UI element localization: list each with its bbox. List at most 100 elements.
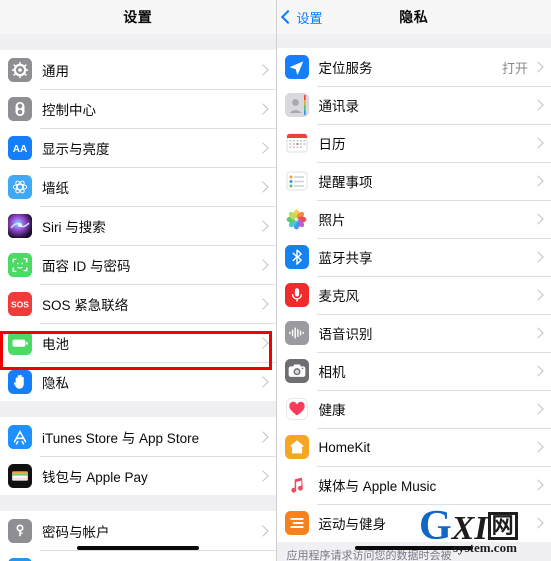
passwords-key-icon: [8, 518, 32, 543]
privacy-footer: 应用程序请求访问您的数据时会被 以上类别。: [276, 542, 551, 561]
privacy-item-health[interactable]: 健康: [276, 390, 551, 428]
chevron-right-icon: [532, 403, 544, 415]
health-icon: [284, 397, 309, 421]
privacy-item-photos[interactable]: 照片: [276, 200, 551, 238]
home-indicator: [76, 546, 199, 550]
right-navbar: 设置 隐私: [276, 0, 551, 34]
privacy-item-media-apple-music[interactable]: 媒体与 Apple Music: [276, 466, 551, 504]
privacy-item-label: 语音识别: [318, 327, 373, 342]
sidebar-item-label: 密码与帐户: [42, 524, 110, 540]
reminders-icon: [284, 169, 309, 193]
privacy-item-bluetooth[interactable]: 蓝牙共享: [276, 238, 551, 276]
calendar-icon: [284, 131, 309, 155]
back-button[interactable]: 设置: [280, 0, 323, 34]
chevron-right-icon: [532, 441, 544, 453]
chevron-right-icon: [256, 63, 269, 76]
sidebar-item-passwords-accounts[interactable]: 密码与帐户: [0, 511, 276, 550]
chevron-right-icon: [256, 258, 269, 271]
privacy-item-homekit[interactable]: HomeKit: [276, 428, 551, 466]
apple-music-icon: [284, 473, 309, 497]
back-button-label: 设置: [296, 10, 323, 26]
page-title: 隐私: [399, 9, 429, 25]
app-store-icon: [8, 424, 32, 449]
gear-icon: [8, 57, 32, 82]
sidebar-item-wallpaper[interactable]: 墙纸: [0, 167, 276, 206]
privacy-panel: 设置 隐私 定位服务 打开 通讯录 日历 提醒事项 照片 蓝牙共享 麦克风 语音…: [275, 0, 551, 561]
privacy-item-label: 运动与健身: [318, 517, 387, 532]
chevron-right-icon: [256, 336, 269, 349]
privacy-item-label: 通讯录: [318, 99, 360, 114]
sidebar-item-label: 控制中心: [42, 102, 96, 118]
group-gap: [0, 34, 276, 50]
microphone-icon: [284, 283, 309, 307]
chevron-right-icon: [256, 430, 269, 443]
sidebar-item-siri-search[interactable]: Siri 与搜索: [0, 206, 276, 245]
chevron-right-icon: [256, 141, 269, 154]
camera-icon: [284, 359, 309, 383]
chevron-right-icon: [256, 524, 269, 537]
privacy-item-label: 健康: [318, 403, 346, 418]
bluetooth-icon: [284, 245, 309, 269]
privacy-item-microphone[interactable]: 麦克风: [276, 276, 551, 314]
svg-text:SOS: SOS: [11, 299, 29, 309]
speech-recognition-icon: [284, 321, 309, 345]
sidebar-item-mail[interactable]: 邮件: [0, 550, 276, 561]
privacy-list: 定位服务 打开 通讯录 日历 提醒事项 照片 蓝牙共享 麦克风 语音识别 相机 …: [276, 48, 551, 542]
privacy-item-label: 照片: [318, 213, 346, 228]
sidebar-item-battery[interactable]: 电池: [0, 323, 276, 362]
mail-icon: [8, 557, 32, 561]
privacy-item-motion-fitness[interactable]: 运动与健身: [276, 504, 551, 542]
chevron-right-icon: [532, 365, 544, 377]
privacy-item-label: 媒体与 Apple Music: [318, 479, 437, 494]
sidebar-item-label: iTunes Store 与 App Store: [42, 430, 200, 446]
sidebar-item-sos[interactable]: SOS SOS 紧急联络: [0, 284, 276, 323]
privacy-item-contacts[interactable]: 通讯录: [276, 86, 551, 124]
home-indicator: [354, 546, 473, 550]
chevron-right-icon: [532, 327, 544, 339]
chevron-right-icon: [532, 175, 544, 187]
sidebar-item-label: 电池: [42, 336, 69, 352]
sidebar-item-label: 隐私: [42, 375, 69, 391]
photos-icon: [284, 207, 309, 231]
sidebar-item-privacy[interactable]: 隐私: [0, 362, 276, 401]
settings-group-3: 密码与帐户 邮件: [0, 511, 276, 561]
svg-text:AA: AA: [13, 144, 28, 155]
privacy-item-location-services[interactable]: 定位服务 打开: [276, 48, 551, 86]
sidebar-item-general[interactable]: 通用: [0, 50, 276, 89]
chevron-right-icon: [256, 469, 269, 482]
privacy-hand-icon: [8, 369, 32, 394]
privacy-item-reminders[interactable]: 提醒事项: [276, 162, 551, 200]
chevron-right-icon: [532, 61, 544, 73]
privacy-item-camera[interactable]: 相机: [276, 352, 551, 390]
sidebar-item-control-center[interactable]: 控制中心: [0, 89, 276, 128]
chevron-right-icon: [532, 213, 544, 225]
settings-group-1: 通用 控制中心 AA 显示与亮度 墙纸 Siri 与搜索 面容 ID 与密码 S…: [0, 50, 276, 401]
group-gap: [0, 401, 276, 417]
settings-panel: 设置 通用 控制中心 AA 显示与亮度 墙纸 Siri 与搜索 面容 ID 与密…: [0, 0, 276, 561]
left-navbar: 设置: [0, 0, 276, 34]
sidebar-item-label: 墙纸: [42, 180, 69, 196]
chevron-right-icon: [256, 219, 269, 232]
footer-line-1: 应用程序请求访问您的数据时会被: [286, 550, 452, 561]
sidebar-item-face-id[interactable]: 面容 ID 与密码: [0, 245, 276, 284]
homekit-icon: [284, 435, 309, 459]
chevron-right-icon: [532, 479, 544, 491]
battery-icon: [8, 330, 32, 355]
sidebar-item-itunes-appstore[interactable]: iTunes Store 与 App Store: [0, 417, 276, 456]
privacy-item-label: 蓝牙共享: [318, 251, 373, 266]
chevron-right-icon: [532, 99, 544, 111]
privacy-item-label: HomeKit: [318, 439, 371, 455]
sidebar-item-label: 钱包与 Apple Pay: [42, 469, 148, 485]
page-title: 设置: [123, 9, 153, 25]
privacy-item-label: 日历: [318, 137, 346, 152]
privacy-item-speech-recognition[interactable]: 语音识别: [276, 314, 551, 352]
chevron-right-icon: [532, 251, 544, 263]
sidebar-item-wallet-apple-pay[interactable]: 钱包与 Apple Pay: [0, 456, 276, 495]
sidebar-item-label: 通用: [42, 63, 69, 79]
chevron-right-icon: [256, 375, 269, 388]
wallet-icon: [8, 463, 32, 488]
chevron-left-icon: [280, 9, 295, 25]
settings-group-2: iTunes Store 与 App Store 钱包与 Apple Pay: [0, 417, 276, 495]
privacy-item-calendar[interactable]: 日历: [276, 124, 551, 162]
sidebar-item-display-brightness[interactable]: AA 显示与亮度: [0, 128, 276, 167]
